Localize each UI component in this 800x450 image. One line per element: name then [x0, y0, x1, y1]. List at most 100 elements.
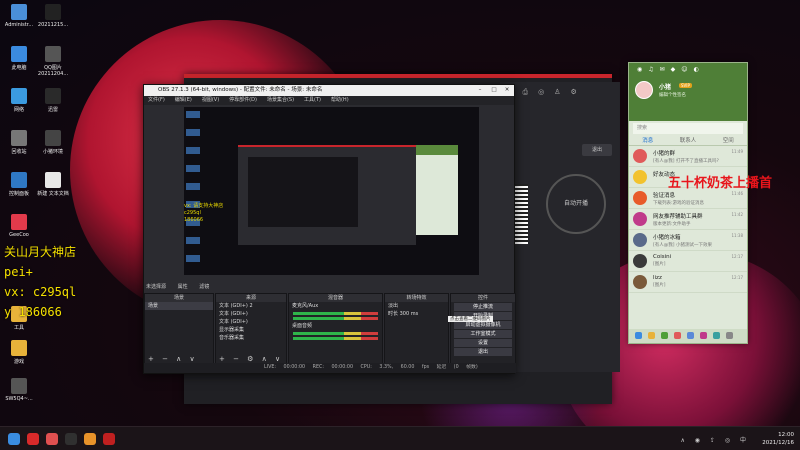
desktop-icon[interactable]: 迅雷	[36, 88, 70, 113]
desktop-icon[interactable]: 控制面板	[2, 172, 36, 197]
list-item[interactable]: 小猪的冰箱 [有人@我] 小猪测试一下效果 11:38	[629, 230, 747, 251]
footer-app-icon[interactable]	[674, 332, 681, 339]
app-shield-icon[interactable]	[46, 433, 58, 445]
tab-contacts[interactable]: 联系人	[680, 136, 697, 145]
footer-app-icon[interactable]	[726, 332, 733, 339]
desktop-icon[interactable]: Administr...	[2, 4, 36, 28]
app-obs-icon[interactable]	[65, 433, 77, 445]
list-item[interactable]: Coisini [图片] 12:17	[629, 251, 747, 272]
message-time: 12:17	[731, 275, 743, 280]
footer-app-icon[interactable]	[635, 332, 642, 339]
desktop-icon-graphic	[11, 378, 27, 394]
desktop-icon[interactable]: 小猪环境	[36, 130, 70, 155]
desktop-icon[interactable]: 此电脑	[2, 46, 36, 71]
desktop-icon-graphic	[45, 172, 61, 188]
avatar	[633, 254, 647, 268]
source-item[interactable]: 音乐器采集	[216, 334, 286, 342]
skin-icon[interactable]: ◐	[694, 66, 699, 73]
auto-live-button[interactable]: 自动开播	[546, 174, 606, 234]
live-assistant-panel: ⌂ ⎙ ◎ ♙ ⚙ 退出 自动开播	[500, 82, 620, 372]
transition-select[interactable]: 淡出	[385, 302, 448, 310]
desktop-icon-label: 迅雷	[47, 107, 58, 113]
menu-docks[interactable]: 停靠部件(D)	[229, 96, 257, 105]
settings-button[interactable]: 设置	[454, 339, 512, 347]
preview-nested-chat	[416, 145, 458, 235]
menu-view[interactable]: 视图(V)	[202, 96, 219, 105]
system-tray[interactable]: ∧ ◉ ⇪ ◎ 中	[680, 435, 750, 444]
footer-app-icon[interactable]	[713, 332, 720, 339]
source-item[interactable]: 文本 (GDI+)	[216, 310, 286, 318]
user-icon[interactable]: ♙	[554, 88, 560, 97]
last-message: 版本更新:文件助手	[653, 222, 691, 227]
desktop-icon-graphic	[11, 340, 27, 356]
mail-icon[interactable]: ✉	[660, 66, 665, 73]
obs-menubar: 文件(F) 编辑(E) 视图(V) 停靠部件(D) 场景集合(S) 工具(T) …	[144, 96, 514, 105]
obs-preview[interactable]: vx: 请支持大神店 c295ql 186066	[184, 107, 479, 275]
desktop-icon-label: 小猪环境	[42, 149, 63, 155]
footer-app-icon[interactable]	[661, 332, 668, 339]
topbar-icon[interactable]: ◉	[637, 66, 642, 73]
scene-item[interactable]: 场景	[145, 302, 213, 310]
desktop-icon[interactable]: 新建 文本文档	[36, 172, 70, 197]
desktop-icon[interactable]: SW5Q4~...	[2, 378, 36, 402]
list-item[interactable]: lizz [图片] 12:17	[629, 272, 747, 293]
desktop-icon[interactable]: GeeCoo	[2, 214, 36, 238]
app-red-icon[interactable]	[103, 433, 115, 445]
desktop-icon-graphic	[11, 172, 27, 188]
audio-meter	[293, 332, 378, 335]
signature[interactable]: 编辑个性签名	[659, 92, 686, 98]
exit-button[interactable]: 退出	[454, 348, 512, 356]
desktop-icon-graphic	[11, 46, 27, 62]
print-icon[interactable]: ⎙	[522, 88, 528, 97]
desktop-icon-label: 工具	[13, 325, 24, 331]
avatar	[633, 149, 647, 163]
message-time: 11:38	[731, 233, 743, 238]
list-item[interactable]: 网友推荐辅助工具群 版本更新:文件助手 11:42	[629, 209, 747, 230]
source-item[interactable]: 文本 (GDI+)	[216, 318, 286, 326]
desktop-icon[interactable]: QQ图片20211204...	[36, 46, 70, 77]
studio-mode-button[interactable]: 工作室模式	[454, 330, 512, 338]
list-item[interactable]: 小猪的群 [有人@我] 打开不了直播工具吗? 11:49	[629, 146, 747, 167]
app-netease-icon[interactable]	[27, 433, 39, 445]
source-item[interactable]: 显示器采集	[216, 326, 286, 334]
footer-app-icon[interactable]	[687, 332, 694, 339]
diamond-icon[interactable]: ◆	[671, 66, 676, 73]
taskbar-clock[interactable]: 12:00 2021/12/16	[762, 431, 794, 447]
stop-streaming-button[interactable]: 停止推流	[454, 303, 512, 311]
minimize-button[interactable]: –	[474, 85, 486, 96]
close-button[interactable]: ✕	[501, 85, 513, 96]
tab-messages[interactable]: 消息	[642, 136, 653, 145]
app-orange-icon[interactable]	[84, 433, 96, 445]
exit-button[interactable]: 退出	[582, 144, 612, 156]
desktop-icon[interactable]: 20211215...	[36, 4, 70, 28]
gear-icon[interactable]: ⚙	[570, 88, 576, 97]
music-icon[interactable]: ♫	[648, 66, 653, 73]
chat-footer-toolbar	[629, 329, 747, 343]
maximize-button[interactable]: □	[488, 85, 500, 96]
menu-scene-collection[interactable]: 场景集合(S)	[267, 96, 294, 105]
duration-field[interactable]: 时长 300 ms	[385, 310, 448, 318]
desktop-icon-label: 新建 文本文档	[37, 191, 69, 197]
footer-app-icon[interactable]	[700, 332, 707, 339]
filters-button[interactable]: 滤镜	[199, 283, 209, 290]
desktop-icon[interactable]: 游戏	[2, 340, 36, 365]
target-icon[interactable]: ◎	[538, 88, 544, 97]
properties-button[interactable]: 属性	[178, 283, 188, 290]
menu-help[interactable]: 帮助(H)	[331, 96, 349, 105]
avatar[interactable]	[635, 81, 653, 99]
desktop-icon[interactable]: 回收站	[2, 130, 36, 155]
menu-edit[interactable]: 编辑(E)	[175, 96, 192, 105]
virtual-camera-button[interactable]: 启动虚拟摄像机	[454, 321, 512, 329]
start-icon[interactable]	[8, 433, 20, 445]
desktop-icon-label: GeeCoo	[9, 232, 29, 238]
menu-tools[interactable]: 工具(T)	[304, 96, 321, 105]
footer-app-icon[interactable]	[648, 332, 655, 339]
source-item[interactable]: 文本 (GDI+) 2	[216, 302, 286, 310]
search-input[interactable]: 搜索	[633, 123, 743, 134]
desktop-icon[interactable]: 网络	[2, 88, 36, 113]
last-message: [有人@我] 打开不了直播工具吗?	[653, 159, 719, 164]
tab-space[interactable]: 空间	[723, 136, 734, 145]
list-item[interactable]: 验证消息 下载列表:游戏的验证消息 11:46	[629, 188, 747, 209]
smile-icon[interactable]: ☺	[681, 66, 687, 73]
menu-file[interactable]: 文件(F)	[148, 96, 165, 105]
